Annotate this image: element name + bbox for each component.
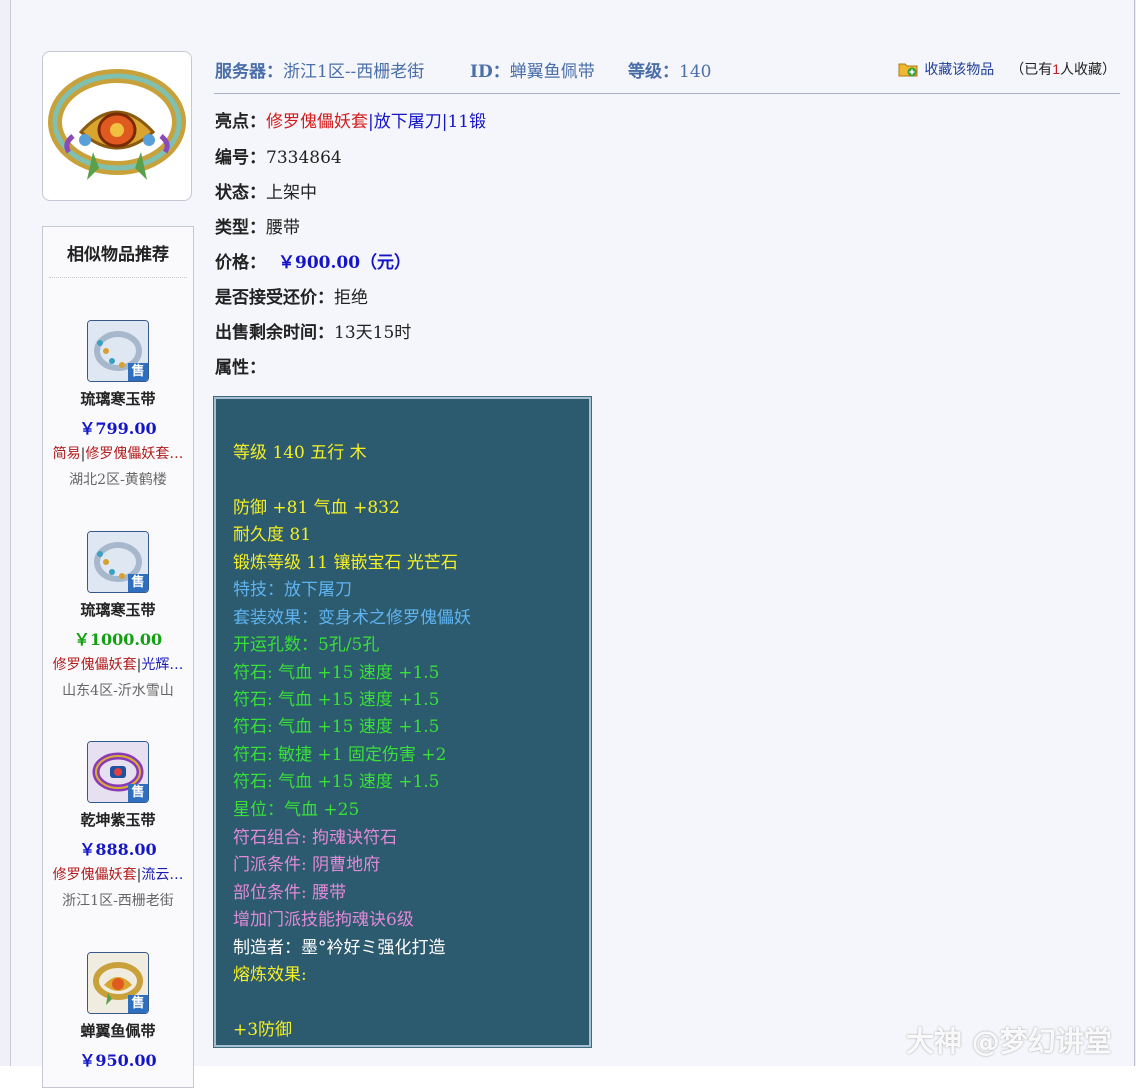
attr-line: 制造者：墨°衿好ミ强化打造 [233,938,446,958]
number-row: 编号：7334864 [215,148,342,168]
counter-offer-row: 是否接受还价：拒绝 [215,288,368,308]
price-row: 价格： ￥900.00（元） [215,253,412,273]
highlight-suit: 修罗傀儡妖套 [266,112,368,132]
level-value: 140 [679,62,712,82]
attr-line: 门派条件: 阴曹地府 [233,855,381,875]
attr-line: 开运孔数：5孔/5孔 [233,635,380,655]
attributes-label: 属性： [215,358,266,378]
sell-badge: 售 [128,363,148,381]
attr-line: 熔炼效果: [233,965,307,985]
attr-line: 部位条件: 腰带 [233,883,347,903]
attr-line: 符石: 气血 +15 速度 +1.5 [233,717,440,737]
similar-item-tags: 修罗傀儡妖套|流云… [52,867,184,883]
similar-item-name[interactable]: 琉璃寒玉带 [43,388,193,409]
similar-item-name[interactable]: 乾坤紫玉带 [43,809,193,830]
similar-item-tags: 修罗傀儡妖套|光辉… [52,657,184,673]
attr-line: 锻炼等级 11 镶嵌宝石 光芒石 [233,553,458,573]
similar-item-image[interactable]: 售 [87,952,149,1014]
attr-line: +3防御 [233,1020,293,1040]
attr-line: 套装效果：变身术之修罗傀儡妖 [233,608,471,628]
price-value: ￥900.00（元） [278,253,412,273]
attributes-box: 等级 140 五行 木 防御 +81 气血 +832 耐久度 81 锻炼等级 1… [213,396,592,1048]
similar-item-name[interactable]: 琉璃寒玉带 [43,599,193,620]
similar-item-image[interactable]: 售 [87,741,149,803]
similar-item-tags: 简易|修罗傀儡妖套… [52,446,184,462]
highlight-forge: 11锻 [447,112,487,132]
similar-item-price: ￥1000.00 [73,630,163,649]
attr-line: 符石: 气血 +15 速度 +1.5 [233,663,440,683]
attr-line: 星位：气血 +25 [233,800,360,820]
sell-badge: 售 [128,574,148,592]
favorite-count-text: （已有1人收藏） [1010,61,1116,77]
similar-item[interactable]: 售 蝉翼鱼佩带 ￥950.00 [43,952,193,1071]
attr-line: 符石: 气血 +15 速度 +1.5 [233,690,440,710]
attr-line: 符石: 气血 +15 速度 +1.5 [233,772,440,792]
type-value: 腰带 [266,218,300,238]
server-info: 服务器：浙江1区--西栅老街 [215,62,425,82]
id-value: 蝉翼鱼佩带 [509,62,595,82]
attr-line: 防御 +81 气血 +832 [233,498,400,518]
similar-item[interactable]: 售 琉璃寒玉带 ￥799.00 简易|修罗傀儡妖套… 湖北2区-黄鹤楼 [43,320,193,489]
similar-item-server: 湖北2区-黄鹤楼 [69,472,167,488]
item-image [42,51,192,201]
id-info: ID：蝉翼鱼佩带 [470,62,595,82]
attr-line: 耐久度 81 [233,525,312,545]
remaining-time-value: 13天15时 [334,323,412,343]
watermark: 大神 @梦幻讲堂 [906,1025,1112,1058]
counter-offer-value: 拒绝 [334,288,368,308]
similar-item-image[interactable]: 售 [87,320,149,382]
type-row: 类型：腰带 [215,218,300,238]
similar-item-price: ￥950.00 [79,1051,157,1070]
left-border [10,0,11,1066]
favorite-link[interactable]: 收藏该物品 [924,61,994,77]
gold-ring-belt-icon [48,69,186,180]
similar-item[interactable]: 售 乾坤紫玉带 ￥888.00 修罗傀儡妖套|流云… 浙江1区-西栅老街 [43,741,193,910]
remaining-time-row: 出售剩余时间：13天15时 [215,323,412,343]
similar-item-name[interactable]: 蝉翼鱼佩带 [43,1020,193,1041]
attr-line: 符石: 敏捷 +1 固定伤害 +2 [233,745,447,765]
highlight-skill: 放下屠刀 [373,112,442,132]
folder-add-icon[interactable] [898,61,918,77]
server-value: 浙江1区--西栅老街 [283,62,425,82]
favorite-area: 收藏该物品 （已有1人收藏） [898,59,1116,79]
similar-item-server: 山东4区-沂水雪山 [62,683,174,699]
level-info: 等级：140 [628,62,712,82]
similar-item[interactable]: 售 琉璃寒玉带 ￥1000.00 修罗傀儡妖套|光辉… 山东4区-沂水雪山 [43,531,193,700]
status-row: 状态：上架中 [215,183,317,203]
attr-line: 特技：放下屠刀 [233,580,352,600]
item-header: 服务器：浙江1区--西栅老街 ID：蝉翼鱼佩带 等级：140 收藏该物品 （已有… [214,55,1120,94]
sell-badge: 售 [128,995,148,1013]
sell-badge: 售 [128,784,148,802]
attr-line: 等级 140 五行 木 [233,443,367,463]
similar-items-panel: 相似物品推荐 售 琉璃寒玉带 ￥799.00 简易|修罗傀儡妖套… 湖北2区-黄… [42,226,194,1088]
status-value: 上架中 [266,183,317,203]
highlight-row: 亮点：修罗傀儡妖套|放下屠刀|11锻 [215,112,487,132]
attr-line: 增加门派技能拘魂诀6级 [233,910,414,930]
similar-items-title: 相似物品推荐 [49,227,187,278]
attr-line: 符石组合: 拘魂诀符石 [233,828,398,848]
number-value: 7334864 [266,148,342,168]
similar-item-image[interactable]: 售 [87,531,149,593]
similar-item-price: ￥888.00 [79,840,157,859]
similar-item-price: ￥799.00 [79,419,157,438]
similar-item-server: 浙江1区-西栅老街 [62,893,174,909]
